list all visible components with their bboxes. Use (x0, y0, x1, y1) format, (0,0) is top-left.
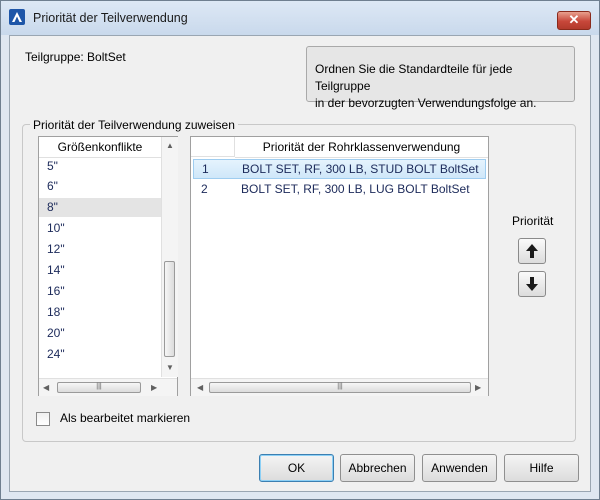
size-item[interactable]: 14" (39, 261, 161, 280)
size-conflicts-header[interactable]: Größenkonflikte (39, 137, 161, 158)
scroll-thumb[interactable] (164, 261, 175, 357)
apply-button[interactable]: Anwenden (422, 454, 497, 482)
scroll-thumb[interactable]: ||| (209, 382, 471, 393)
cancel-button[interactable]: Abbrechen (340, 454, 415, 482)
size-item[interactable]: 24" (39, 345, 161, 364)
instruction-line-2: in der bevorzugten Verwendungsfolge an. (315, 96, 537, 110)
app-logo-icon (9, 9, 25, 25)
scroll-down-icon[interactable]: ▼ (166, 363, 174, 372)
priority-label: Priorität (512, 214, 554, 228)
scroll-right-icon[interactable]: ▶ (151, 383, 157, 392)
scroll-right-icon[interactable]: ▶ (475, 383, 481, 392)
instruction-box: Ordnen Sie die Standardteile für jede Te… (306, 46, 575, 110)
size-item[interactable]: 16" (39, 282, 161, 301)
priority-list-horizontal-scrollbar[interactable]: ◀ ||| ▶ (191, 378, 488, 396)
size-list-vertical-scrollbar[interactable]: ▲ ▼ (161, 137, 178, 377)
row-number-header (191, 137, 235, 157)
assign-priority-legend: Priorität der Teilverwendung zuweisen (30, 118, 238, 132)
priority-row-text: BOLT SET, RF, 300 LB, LUG BOLT BoltSet (241, 182, 470, 196)
arrow-down-icon (526, 277, 538, 291)
instruction-line-1: Ordnen Sie die Standardteile für jede Te… (315, 62, 513, 93)
size-list-horizontal-scrollbar[interactable]: ◀ ||| ▶ (39, 378, 177, 396)
move-up-button[interactable] (518, 238, 546, 264)
size-item-selected[interactable]: 8" (39, 198, 161, 217)
size-item[interactable]: 12" (39, 240, 161, 259)
size-item[interactable]: 20" (39, 324, 161, 343)
arrow-up-icon (526, 244, 538, 258)
ok-button[interactable]: OK (259, 454, 334, 482)
mark-edited-checkbox[interactable] (36, 412, 50, 426)
priority-row[interactable]: 2 BOLT SET, RF, 300 LB, LUG BOLT BoltSet (193, 179, 486, 199)
size-conflicts-list[interactable]: Größenkonflikte 5" 6" 8" 10" 12" 14" 16"… (38, 136, 178, 396)
scroll-up-icon[interactable]: ▲ (166, 141, 174, 150)
priority-row-text: BOLT SET, RF, 300 LB, STUD BOLT BoltSet (242, 162, 479, 176)
size-item[interactable]: 18" (39, 303, 161, 322)
dialog-body: Teilgruppe: BoltSet Ordnen Sie die Stand… (9, 35, 591, 492)
title-bar: Priorität der Teilverwendung ✕ (1, 1, 599, 35)
window-title: Priorität der Teilverwendung (33, 11, 188, 25)
scroll-left-icon[interactable]: ◀ (197, 383, 203, 392)
dialog-window: Priorität der Teilverwendung ✕ Teilgrupp… (0, 0, 600, 500)
help-button[interactable]: Hilfe (504, 454, 579, 482)
pipe-class-priority-list[interactable]: Priorität der Rohrklassenverwendung 1 BO… (190, 136, 489, 396)
size-item[interactable]: 5" (39, 157, 161, 176)
pipe-class-priority-header[interactable]: Priorität der Rohrklassenverwendung (235, 137, 488, 158)
mark-edited-label[interactable]: Als bearbeitet markieren (60, 411, 190, 425)
part-group-label: Teilgruppe: BoltSet (25, 50, 126, 64)
size-item[interactable]: 6" (39, 177, 161, 196)
scroll-left-icon[interactable]: ◀ (43, 383, 49, 392)
move-down-button[interactable] (518, 271, 546, 297)
size-item[interactable]: 10" (39, 219, 161, 238)
priority-row-number: 2 (201, 182, 208, 196)
close-button[interactable]: ✕ (557, 11, 591, 30)
scroll-thumb[interactable]: ||| (57, 382, 141, 393)
priority-row-number: 1 (202, 162, 209, 176)
priority-row-selected[interactable]: 1 BOLT SET, RF, 300 LB, STUD BOLT BoltSe… (193, 159, 486, 179)
